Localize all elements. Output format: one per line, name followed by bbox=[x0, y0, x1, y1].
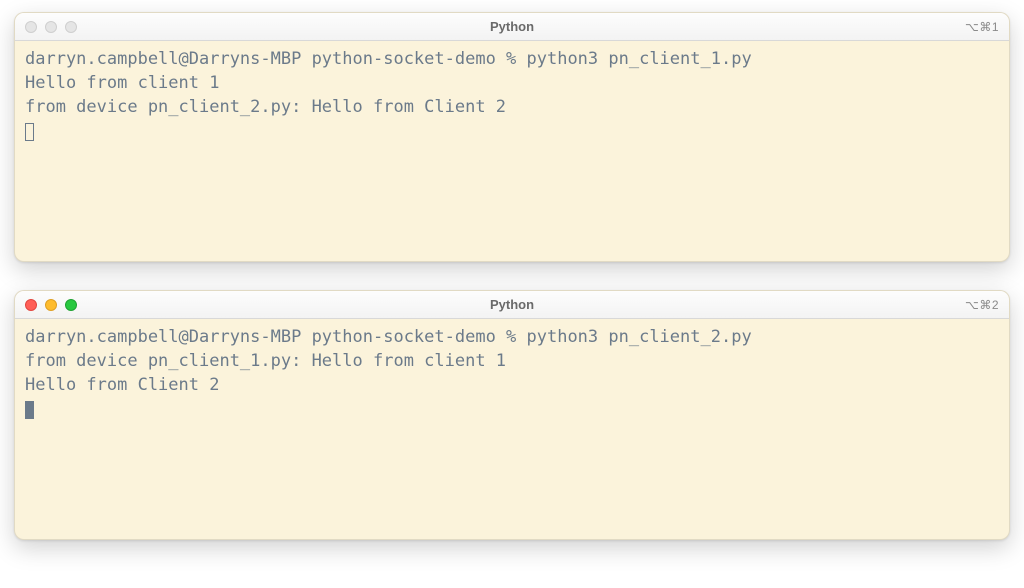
terminal-line: from device pn_client_1.py: Hello from c… bbox=[25, 351, 506, 371]
minimize-icon[interactable] bbox=[45, 21, 57, 33]
traffic-lights bbox=[25, 21, 77, 33]
titlebar[interactable]: Python ⌥⌘1 bbox=[15, 13, 1009, 41]
close-icon[interactable] bbox=[25, 299, 37, 311]
terminal-body[interactable]: darryn.campbell@Darryns-MBP python-socke… bbox=[15, 319, 1009, 539]
terminal-line: Hello from Client 2 bbox=[25, 375, 219, 395]
terminal-body[interactable]: darryn.campbell@Darryns-MBP python-socke… bbox=[15, 41, 1009, 261]
cursor-icon bbox=[25, 401, 34, 419]
zoom-icon[interactable] bbox=[65, 299, 77, 311]
zoom-icon[interactable] bbox=[65, 21, 77, 33]
titlebar[interactable]: Python ⌥⌘2 bbox=[15, 291, 1009, 319]
window-shortcut: ⌥⌘2 bbox=[965, 298, 999, 312]
close-icon[interactable] bbox=[25, 21, 37, 33]
terminal-window-2: Python ⌥⌘2 darryn.campbell@Darryns-MBP p… bbox=[14, 290, 1010, 540]
terminal-line: from device pn_client_2.py: Hello from C… bbox=[25, 97, 506, 117]
window-title: Python bbox=[490, 19, 534, 34]
window-shortcut: ⌥⌘1 bbox=[965, 20, 999, 34]
terminal-line: darryn.campbell@Darryns-MBP python-socke… bbox=[25, 49, 752, 69]
terminal-window-1: Python ⌥⌘1 darryn.campbell@Darryns-MBP p… bbox=[14, 12, 1010, 262]
terminal-line: darryn.campbell@Darryns-MBP python-socke… bbox=[25, 327, 752, 347]
window-title: Python bbox=[490, 297, 534, 312]
terminal-line: Hello from client 1 bbox=[25, 73, 219, 93]
cursor-icon bbox=[25, 123, 34, 141]
minimize-icon[interactable] bbox=[45, 299, 57, 311]
traffic-lights bbox=[25, 299, 77, 311]
